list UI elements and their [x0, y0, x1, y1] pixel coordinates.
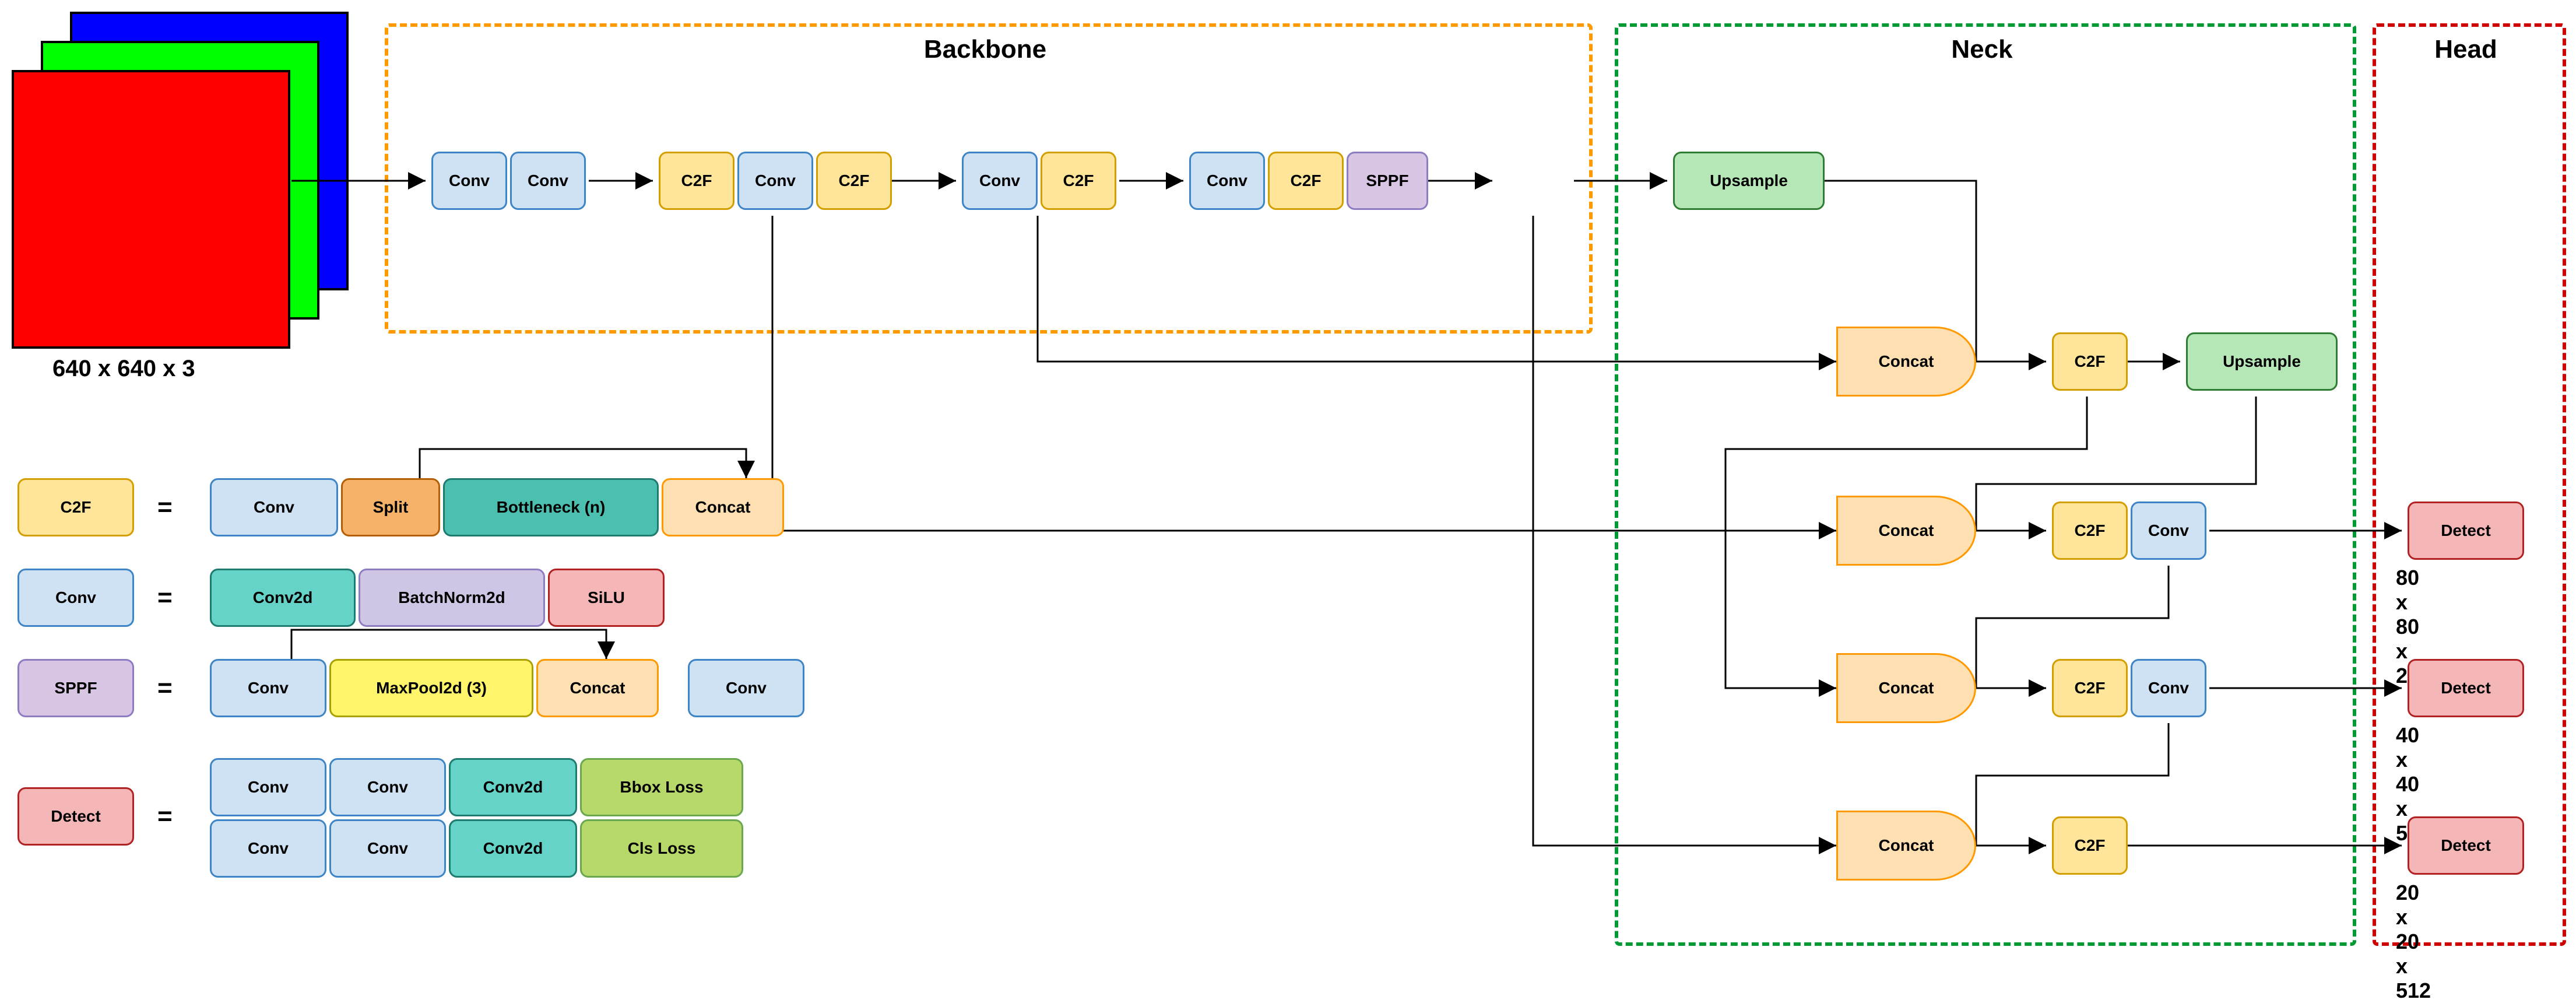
legend-c2f-conv: Conv [210, 478, 338, 536]
neck-concat-4: Concat [1836, 811, 1976, 881]
bb-c2f-2: C2F [816, 152, 892, 210]
legend-detect-r0-conv1: Conv [210, 758, 326, 816]
neck-c2f-3: C2F [2052, 659, 2128, 717]
legend-detect-eq: = [157, 802, 173, 831]
legend-c2f-key: C2F [17, 478, 134, 536]
head-dim-3: 20 x 20 x 512 [2396, 881, 2431, 1003]
diagram-canvas: 640 x 640 x 3 Backbone Neck Head [0, 0, 2576, 974]
legend-detect-r1-conv2: Conv [329, 819, 446, 878]
bb-conv-1: Conv [431, 152, 507, 210]
legend-conv-eq: = [157, 583, 173, 612]
legend-detect-r1-cls: Cls Loss [580, 819, 743, 878]
neck-c2f-2: C2F [2052, 502, 2128, 560]
legend-sppf-conv2: Conv [688, 659, 804, 717]
legend-detect-r0-conv2d: Conv2d [449, 758, 577, 816]
neck-concat-4-body: Concat [1836, 811, 1976, 881]
legend-conv-bn: BatchNorm2d [359, 569, 545, 627]
legend-c2f-split: Split [341, 478, 440, 536]
bb-c2f-1: C2F [659, 152, 735, 210]
bb-sppf: SPPF [1347, 152, 1428, 210]
bb-conv-4: Conv [962, 152, 1038, 210]
legend-c2f-eq: = [157, 493, 173, 522]
neck-upsample-2: Upsample [2186, 332, 2338, 391]
head-detect-1: Detect [2408, 502, 2524, 560]
legend-sppf-eq: = [157, 674, 173, 703]
neck-upsample-1: Upsample [1673, 152, 1825, 210]
legend-detect-r0-bbox: Bbox Loss [580, 758, 743, 816]
neck-conv-1: Conv [2131, 502, 2206, 560]
head-detect-3: Detect [2408, 816, 2524, 875]
legend-sppf-conv1: Conv [210, 659, 326, 717]
legend-sppf-maxpool: MaxPool2d (3) [329, 659, 533, 717]
bb-conv-5: Conv [1189, 152, 1265, 210]
bb-c2f-4: C2F [1268, 152, 1344, 210]
neck-concat-1: Concat [1836, 327, 1976, 397]
head-detect-2: Detect [2408, 659, 2524, 717]
legend-conv-conv2d: Conv2d [210, 569, 356, 627]
neck-concat-2-body: Concat [1836, 496, 1976, 566]
legend-sppf-key: SPPF [17, 659, 134, 717]
neck-concat-3: Concat [1836, 653, 1976, 723]
legend-detect-key: Detect [17, 787, 134, 846]
bb-conv-2: Conv [510, 152, 586, 210]
neck-concat-3-body: Concat [1836, 653, 1976, 723]
neck-concat-1-body: Concat [1836, 327, 1976, 397]
legend-detect-r0-conv2: Conv [329, 758, 446, 816]
legend-conv-key: Conv [17, 569, 134, 627]
neck-conv-2: Conv [2131, 659, 2206, 717]
neck-c2f-4: C2F [2052, 816, 2128, 875]
bb-c2f-3: C2F [1041, 152, 1116, 210]
neck-concat-2: Concat [1836, 496, 1976, 566]
bb-conv-3: Conv [737, 152, 813, 210]
legend-detect-r1-conv2d: Conv2d [449, 819, 577, 878]
legend-sppf-concat: Concat [536, 659, 659, 717]
legend-conv-silu: SiLU [548, 569, 665, 627]
legend-c2f-bottleneck: Bottleneck (n) [443, 478, 659, 536]
legend-c2f-concat: Concat [662, 478, 784, 536]
neck-c2f-1: C2F [2052, 332, 2128, 391]
legend-detect-r1-conv1: Conv [210, 819, 326, 878]
